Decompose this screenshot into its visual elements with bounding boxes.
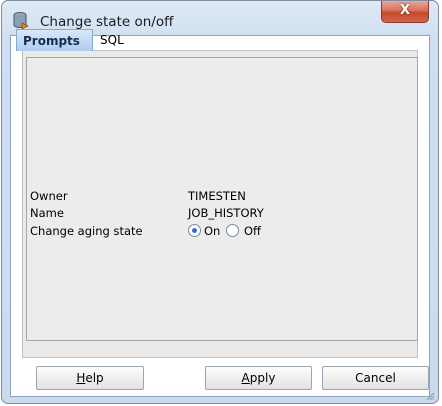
tab-prompts[interactable]: Prompts <box>16 29 93 51</box>
radio-on-label[interactable]: On <box>204 223 220 239</box>
help-mnemonic: H <box>76 371 86 385</box>
window-title: Change state on/off <box>40 14 174 30</box>
dialog-window: Change state on/off X Prompts SQL Owner … <box>1 0 439 404</box>
database-icon <box>13 12 29 30</box>
radio-off-label[interactable]: Off <box>244 223 261 239</box>
name-value: JOB_HISTORY <box>188 206 264 220</box>
apply-button[interactable]: Apply <box>205 366 312 390</box>
tab-sql[interactable]: SQL <box>94 29 134 51</box>
name-label: Name <box>30 206 64 220</box>
radio-on[interactable] <box>188 224 201 237</box>
close-icon: X <box>399 3 411 18</box>
help-label-rest: elp <box>85 371 104 385</box>
prompts-content: Owner TIMESTEN Name JOB_HISTORY Change a… <box>26 57 418 341</box>
apply-mnemonic: A <box>241 371 250 385</box>
help-button[interactable]: Help <box>36 366 144 390</box>
resize-grip-icon[interactable] <box>425 390 435 401</box>
aging-label: Change aging state <box>30 224 143 238</box>
close-button[interactable]: X <box>381 1 429 23</box>
cancel-button[interactable]: Cancel <box>322 366 429 390</box>
apply-label-rest: pply <box>249 371 276 385</box>
radio-off[interactable] <box>226 224 239 237</box>
aging-row: Change aging state On Off <box>30 223 390 239</box>
owner-value: TIMESTEN <box>188 189 246 203</box>
owner-label: Owner <box>30 189 68 203</box>
